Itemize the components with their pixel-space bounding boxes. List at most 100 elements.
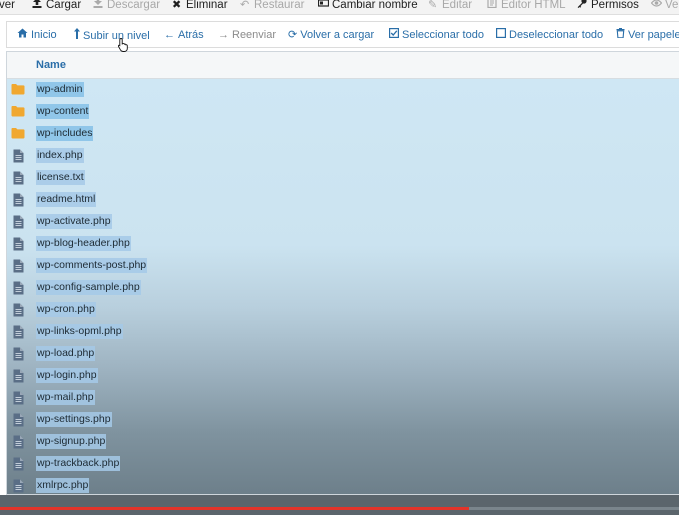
- edit-button[interactable]: ✎ Editar: [428, 0, 472, 13]
- key-icon: [577, 0, 588, 13]
- list-header: Name: [7, 52, 679, 79]
- file-row[interactable]: license.txt: [7, 167, 679, 189]
- arrow-right-icon: →: [218, 29, 229, 41]
- file-name: wp-content: [36, 104, 90, 119]
- view-trash-button[interactable]: Ver papelera: [616, 28, 679, 42]
- select-all-label: Seleccionar todo: [402, 29, 484, 41]
- folder-icon: [11, 126, 25, 141]
- file-row[interactable]: wp-config-sample.php: [7, 277, 679, 299]
- file-manager-toolbar: ver Cargar Descargar ✖ Eliminar ↶ Restaura…: [0, 0, 679, 15]
- file-icon: [13, 413, 27, 428]
- delete-label: Eliminar: [186, 0, 228, 11]
- file-list: Name wp-admin wp-content wp-includes index.…: [6, 51, 679, 495]
- file-row[interactable]: index.php: [7, 145, 679, 167]
- rename-button[interactable]: Cambiar nombre: [317, 0, 418, 13]
- file-name: wp-mail.php: [36, 390, 95, 405]
- name-column-header[interactable]: Name: [36, 59, 66, 71]
- file-row[interactable]: wp-settings.php: [7, 409, 679, 431]
- arrow-left-icon: ←: [164, 29, 175, 41]
- file-icon: [13, 215, 27, 230]
- file-icon: [13, 369, 27, 384]
- file-icon: [13, 347, 27, 362]
- back-label: Atrás: [178, 29, 204, 41]
- folder-row[interactable]: wp-content: [7, 101, 679, 123]
- file-row[interactable]: wp-activate.php: [7, 211, 679, 233]
- up-one-level-label: Subir un nivel: [83, 30, 150, 42]
- file-name: wp-signup.php: [36, 434, 107, 449]
- file-row[interactable]: wp-blog-header.php: [7, 233, 679, 255]
- back-button[interactable]: ← Atrás: [164, 28, 204, 42]
- file-row[interactable]: wp-comments-post.php: [7, 255, 679, 277]
- pencil-icon: ✎: [428, 0, 438, 11]
- file-row[interactable]: wp-links-opml.php: [7, 321, 679, 343]
- view-label: ver: [0, 0, 15, 11]
- undo-icon: ↶: [240, 0, 250, 11]
- file-name: wp-settings.php: [36, 412, 112, 427]
- view-trash-label: Ver papelera: [628, 29, 679, 41]
- video-progress-fill: [0, 507, 469, 510]
- home-icon: [17, 28, 28, 42]
- file-name: wp-cron.php: [36, 302, 96, 317]
- file-name: index.php: [36, 148, 84, 163]
- upload-label: Cargar: [46, 0, 82, 11]
- file-name: wp-activate.php: [36, 214, 112, 229]
- html-editor-button[interactable]: Editor HTML: [487, 0, 566, 13]
- deselect-all-button[interactable]: Deseleccionar todo: [496, 28, 603, 42]
- rename-label: Cambiar nombre: [332, 0, 418, 11]
- delete-button[interactable]: ✖ Eliminar: [172, 0, 228, 13]
- file-name: readme.html: [36, 192, 97, 207]
- up-one-level-button[interactable]: Subir un nivel: [74, 28, 150, 42]
- restore-button[interactable]: ↶ Restaurar: [240, 0, 305, 13]
- file-row[interactable]: wp-cron.php: [7, 299, 679, 321]
- file-row[interactable]: wp-signup.php: [7, 431, 679, 453]
- file-name: wp-comments-post.php: [36, 258, 148, 273]
- file-icon: [13, 391, 27, 406]
- reload-label: Volver a cargar: [300, 29, 375, 41]
- video-progress-bar[interactable]: [0, 507, 679, 510]
- view-file-label: Ver: [665, 0, 679, 11]
- file-icon: [13, 193, 27, 208]
- folder-row[interactable]: wp-admin: [7, 79, 679, 101]
- download-label: Descargar: [107, 0, 161, 11]
- download-button[interactable]: Descargar: [93, 0, 160, 13]
- checkbox-empty-icon: [496, 28, 507, 42]
- file-row[interactable]: wp-load.php: [7, 343, 679, 365]
- permissions-button[interactable]: Permisos: [577, 0, 639, 13]
- home-button[interactable]: Inicio: [17, 28, 57, 42]
- eye-icon: [650, 0, 663, 13]
- rename-icon: [317, 0, 330, 13]
- file-row[interactable]: xmlrpc.php: [7, 475, 679, 494]
- file-row[interactable]: readme.html: [7, 189, 679, 211]
- select-all-button[interactable]: Seleccionar todo: [389, 28, 484, 42]
- view-button[interactable]: ver: [0, 0, 15, 13]
- download-icon: [93, 0, 104, 13]
- folder-row[interactable]: wp-includes: [7, 123, 679, 145]
- file-icon: [13, 237, 27, 252]
- file-icon: [13, 303, 27, 318]
- forward-button[interactable]: → Reenviar: [218, 28, 276, 42]
- view-file-button[interactable]: Ver: [650, 0, 679, 13]
- html-editor-icon: [487, 0, 498, 13]
- trash-icon: [616, 28, 625, 42]
- file-row[interactable]: wp-mail.php: [7, 387, 679, 409]
- upload-button[interactable]: Cargar: [32, 0, 81, 13]
- file-icon: [13, 457, 27, 472]
- file-name: wp-includes: [36, 126, 94, 141]
- file-row[interactable]: wp-login.php: [7, 365, 679, 387]
- file-name: wp-links-opml.php: [36, 324, 123, 339]
- deselect-all-label: Deseleccionar todo: [509, 29, 604, 41]
- file-name: xmlrpc.php: [36, 478, 90, 493]
- bottom-strip: [0, 495, 679, 515]
- restore-label: Restaurar: [254, 0, 305, 11]
- forward-label: Reenviar: [232, 29, 277, 41]
- upload-icon: [32, 0, 43, 13]
- reload-button[interactable]: ⟳ Volver a cargar: [288, 28, 374, 42]
- file-name: license.txt: [36, 170, 85, 185]
- permissions-label: Permisos: [591, 0, 639, 11]
- refresh-icon: ⟳: [288, 29, 298, 41]
- file-name: wp-trackback.php: [36, 456, 121, 471]
- file-row[interactable]: wp-trackback.php: [7, 453, 679, 475]
- file-name: wp-login.php: [36, 368, 98, 383]
- checkbox-checked-icon: [389, 28, 400, 42]
- file-icon: [13, 479, 27, 494]
